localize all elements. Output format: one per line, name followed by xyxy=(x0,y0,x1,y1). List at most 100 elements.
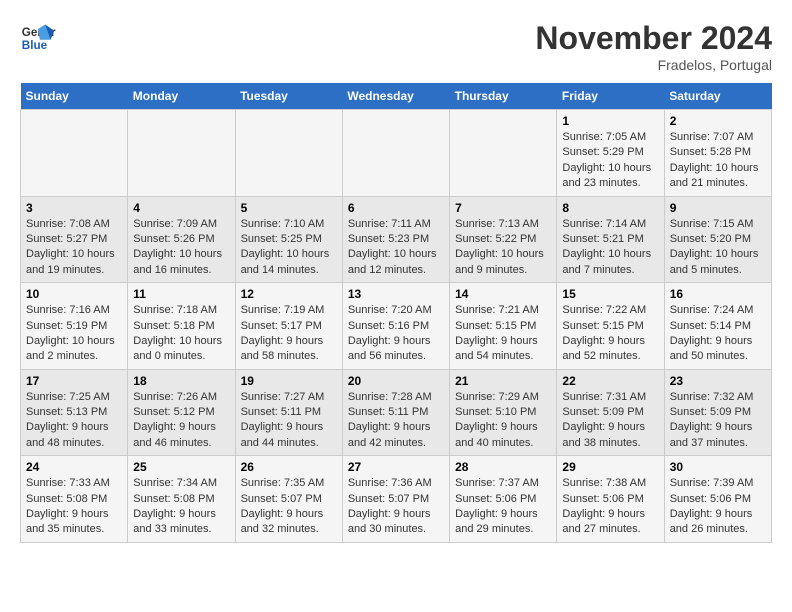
day-info: Sunrise: 7:31 AM Sunset: 5:09 PM Dayligh… xyxy=(562,390,658,452)
day-number: 5 xyxy=(241,201,337,215)
calendar-week-2: 3 Sunrise: 7:08 AM Sunset: 5:27 PM Daylig… xyxy=(21,196,772,283)
calendar-cell: 8 Sunrise: 7:14 AM Sunset: 5:21 PM Daylig… xyxy=(557,196,664,283)
day-info: Sunrise: 7:33 AM Sunset: 5:08 PM Dayligh… xyxy=(26,476,122,538)
calendar-cell: 17 Sunrise: 7:25 AM Sunset: 5:13 PM Dayli… xyxy=(21,369,128,456)
title-block: November 2024 Fradelos, Portugal xyxy=(535,20,772,73)
day-info: Sunrise: 7:10 AM Sunset: 5:25 PM Dayligh… xyxy=(241,217,337,279)
calendar-cell: 14Sunrise: 7:21 AM Sunset: 5:15 PM Dayli… xyxy=(450,283,557,370)
calendar-week-5: 24 Sunrise: 7:33 AM Sunset: 5:08 PM Dayli… xyxy=(21,456,772,543)
day-number: 8 xyxy=(562,201,658,215)
day-info: Sunrise: 7:09 AM Sunset: 5:26 PM Dayligh… xyxy=(133,217,229,279)
calendar-cell: 10 Sunrise: 7:16 AM Sunset: 5:19 PM Dayli… xyxy=(21,283,128,370)
day-number: 27 xyxy=(348,460,444,474)
calendar-cell: 1Sunrise: 7:05 AM Sunset: 5:29 PM Daylig… xyxy=(557,110,664,197)
day-info: Sunrise: 7:29 AM Sunset: 5:10 PM Dayligh… xyxy=(455,390,551,452)
day-info: Sunrise: 7:28 AM Sunset: 5:11 PM Dayligh… xyxy=(348,390,444,452)
calendar-cell: 30 Sunrise: 7:39 AM Sunset: 5:06 PM Dayli… xyxy=(664,456,771,543)
calendar-header-monday: Monday xyxy=(128,83,235,110)
calendar-cell xyxy=(235,110,342,197)
day-info: Sunrise: 7:32 AM Sunset: 5:09 PM Dayligh… xyxy=(670,390,766,452)
calendar-header-wednesday: Wednesday xyxy=(342,83,449,110)
day-info: Sunrise: 7:13 AM Sunset: 5:22 PM Dayligh… xyxy=(455,217,551,279)
day-number: 18 xyxy=(133,374,229,388)
calendar-header-saturday: Saturday xyxy=(664,83,771,110)
month-title: November 2024 xyxy=(535,20,772,57)
calendar-cell: 9Sunrise: 7:15 AM Sunset: 5:20 PM Daylig… xyxy=(664,196,771,283)
day-info: Sunrise: 7:38 AM Sunset: 5:06 PM Dayligh… xyxy=(562,476,658,538)
calendar-table: SundayMondayTuesdayWednesdayThursdayFrid… xyxy=(20,83,772,543)
calendar-cell: 28Sunrise: 7:37 AM Sunset: 5:06 PM Dayli… xyxy=(450,456,557,543)
logo-icon: General Blue xyxy=(20,20,56,56)
day-number: 12 xyxy=(241,287,337,301)
calendar-cell: 29 Sunrise: 7:38 AM Sunset: 5:06 PM Dayli… xyxy=(557,456,664,543)
day-info: Sunrise: 7:26 AM Sunset: 5:12 PM Dayligh… xyxy=(133,390,229,452)
day-number: 3 xyxy=(26,201,122,215)
calendar-cell: 19Sunrise: 7:27 AM Sunset: 5:11 PM Dayli… xyxy=(235,369,342,456)
day-number: 7 xyxy=(455,201,551,215)
day-info: Sunrise: 7:18 AM Sunset: 5:18 PM Dayligh… xyxy=(133,303,229,365)
day-number: 23 xyxy=(670,374,766,388)
day-info: Sunrise: 7:39 AM Sunset: 5:06 PM Dayligh… xyxy=(670,476,766,538)
day-number: 4 xyxy=(133,201,229,215)
day-number: 17 xyxy=(26,374,122,388)
day-info: Sunrise: 7:08 AM Sunset: 5:27 PM Dayligh… xyxy=(26,217,122,279)
calendar-cell: 24 Sunrise: 7:33 AM Sunset: 5:08 PM Dayli… xyxy=(21,456,128,543)
page-header: General Blue November 2024 Fradelos, Por… xyxy=(20,20,772,73)
calendar-cell: 13 Sunrise: 7:20 AM Sunset: 5:16 PM Dayli… xyxy=(342,283,449,370)
calendar-cell: 15 Sunrise: 7:22 AM Sunset: 5:15 PM Dayli… xyxy=(557,283,664,370)
day-info: Sunrise: 7:14 AM Sunset: 5:21 PM Dayligh… xyxy=(562,217,658,279)
day-number: 16 xyxy=(670,287,766,301)
day-info: Sunrise: 7:24 AM Sunset: 5:14 PM Dayligh… xyxy=(670,303,766,365)
logo: General Blue xyxy=(20,20,56,56)
day-number: 15 xyxy=(562,287,658,301)
calendar-cell: 25 Sunrise: 7:34 AM Sunset: 5:08 PM Dayli… xyxy=(128,456,235,543)
day-info: Sunrise: 7:15 AM Sunset: 5:20 PM Dayligh… xyxy=(670,217,766,279)
calendar-cell: 12 Sunrise: 7:19 AM Sunset: 5:17 PM Dayli… xyxy=(235,283,342,370)
day-info: Sunrise: 7:05 AM Sunset: 5:29 PM Dayligh… xyxy=(562,130,658,192)
day-info: Sunrise: 7:25 AM Sunset: 5:13 PM Dayligh… xyxy=(26,390,122,452)
calendar-cell: 23 Sunrise: 7:32 AM Sunset: 5:09 PM Dayli… xyxy=(664,369,771,456)
day-number: 24 xyxy=(26,460,122,474)
calendar-cell: 16 Sunrise: 7:24 AM Sunset: 5:14 PM Dayli… xyxy=(664,283,771,370)
calendar-week-3: 10 Sunrise: 7:16 AM Sunset: 5:19 PM Dayli… xyxy=(21,283,772,370)
day-number: 22 xyxy=(562,374,658,388)
calendar-cell: 21Sunrise: 7:29 AM Sunset: 5:10 PM Dayli… xyxy=(450,369,557,456)
day-info: Sunrise: 7:11 AM Sunset: 5:23 PM Dayligh… xyxy=(348,217,444,279)
day-info: Sunrise: 7:20 AM Sunset: 5:16 PM Dayligh… xyxy=(348,303,444,365)
calendar-header-sunday: Sunday xyxy=(21,83,128,110)
calendar-cell: 5 Sunrise: 7:10 AM Sunset: 5:25 PM Daylig… xyxy=(235,196,342,283)
day-info: Sunrise: 7:34 AM Sunset: 5:08 PM Dayligh… xyxy=(133,476,229,538)
day-number: 6 xyxy=(348,201,444,215)
calendar-cell xyxy=(342,110,449,197)
calendar-cell: 22 Sunrise: 7:31 AM Sunset: 5:09 PM Dayli… xyxy=(557,369,664,456)
day-number: 30 xyxy=(670,460,766,474)
day-number: 29 xyxy=(562,460,658,474)
calendar-cell: 7 Sunrise: 7:13 AM Sunset: 5:22 PM Daylig… xyxy=(450,196,557,283)
day-number: 10 xyxy=(26,287,122,301)
calendar-cell xyxy=(21,110,128,197)
calendar-cell: 2 Sunrise: 7:07 AM Sunset: 5:28 PM Daylig… xyxy=(664,110,771,197)
day-info: Sunrise: 7:16 AM Sunset: 5:19 PM Dayligh… xyxy=(26,303,122,365)
calendar-week-1: 1Sunrise: 7:05 AM Sunset: 5:29 PM Daylig… xyxy=(21,110,772,197)
calendar-cell xyxy=(450,110,557,197)
calendar-cell: 11Sunrise: 7:18 AM Sunset: 5:18 PM Dayli… xyxy=(128,283,235,370)
day-number: 2 xyxy=(670,114,766,128)
day-info: Sunrise: 7:36 AM Sunset: 5:07 PM Dayligh… xyxy=(348,476,444,538)
day-info: Sunrise: 7:37 AM Sunset: 5:06 PM Dayligh… xyxy=(455,476,551,538)
calendar-cell: 26Sunrise: 7:35 AM Sunset: 5:07 PM Dayli… xyxy=(235,456,342,543)
day-number: 26 xyxy=(241,460,337,474)
svg-text:Blue: Blue xyxy=(22,39,48,52)
day-info: Sunrise: 7:22 AM Sunset: 5:15 PM Dayligh… xyxy=(562,303,658,365)
day-number: 19 xyxy=(241,374,337,388)
calendar-header-thursday: Thursday xyxy=(450,83,557,110)
day-info: Sunrise: 7:07 AM Sunset: 5:28 PM Dayligh… xyxy=(670,130,766,192)
calendar-cell: 18 Sunrise: 7:26 AM Sunset: 5:12 PM Dayli… xyxy=(128,369,235,456)
calendar-cell: 27 Sunrise: 7:36 AM Sunset: 5:07 PM Dayli… xyxy=(342,456,449,543)
day-number: 25 xyxy=(133,460,229,474)
location: Fradelos, Portugal xyxy=(535,57,772,73)
calendar-header-tuesday: Tuesday xyxy=(235,83,342,110)
calendar-cell: 6 Sunrise: 7:11 AM Sunset: 5:23 PM Daylig… xyxy=(342,196,449,283)
day-number: 13 xyxy=(348,287,444,301)
day-info: Sunrise: 7:19 AM Sunset: 5:17 PM Dayligh… xyxy=(241,303,337,365)
calendar-header-friday: Friday xyxy=(557,83,664,110)
